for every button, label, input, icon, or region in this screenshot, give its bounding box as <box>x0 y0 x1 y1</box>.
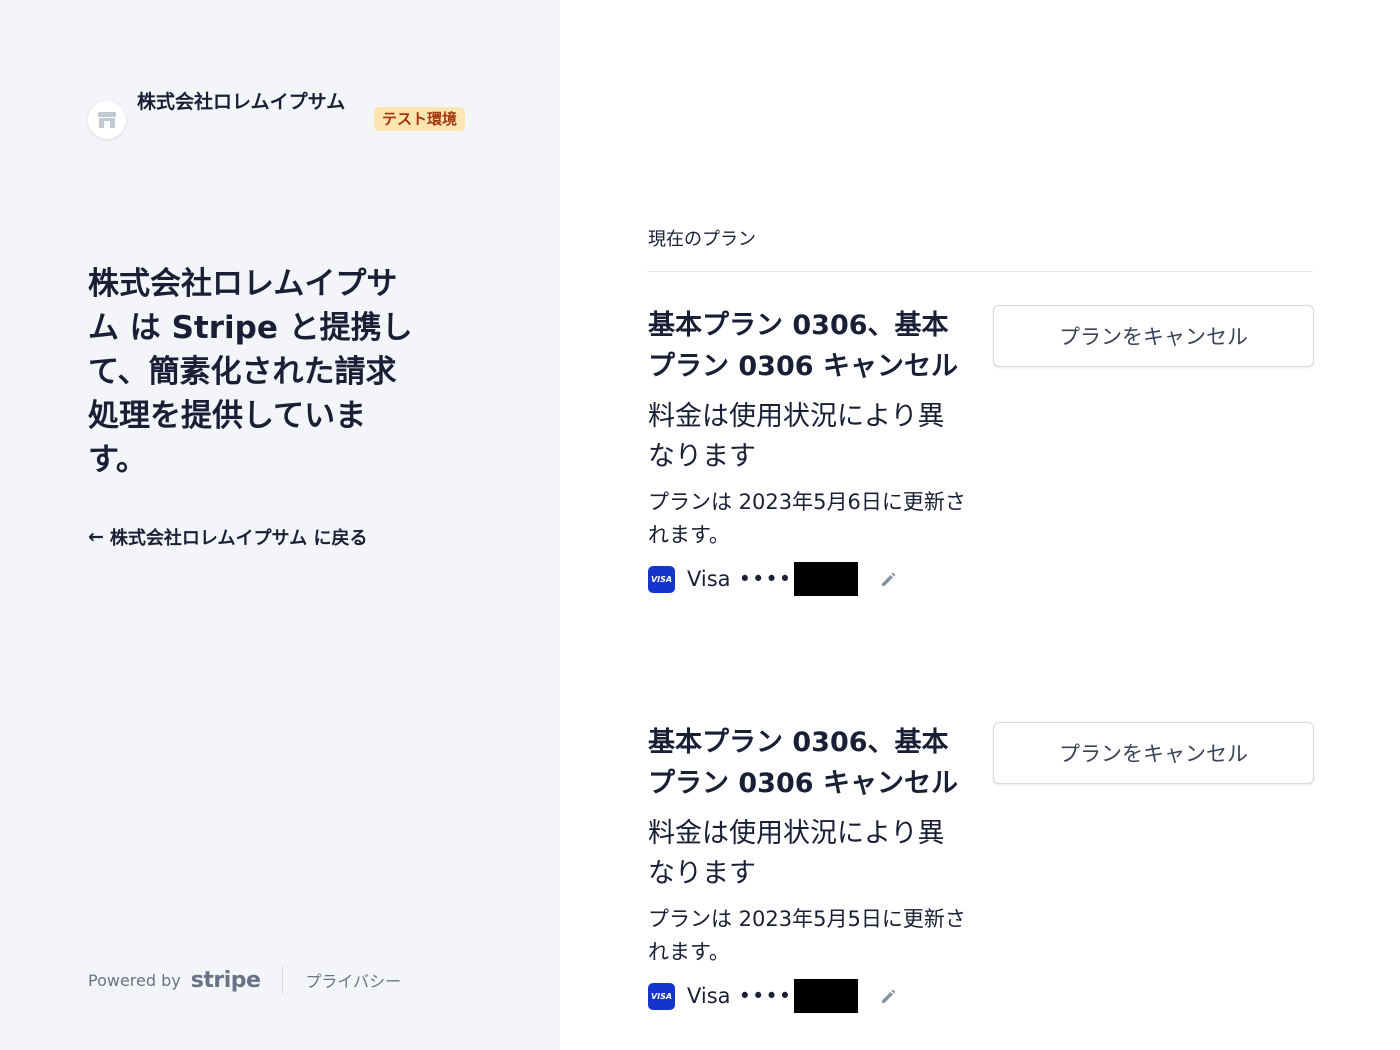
back-link[interactable]: ← 株式会社ロレムイプサム に戻る <box>88 524 367 550</box>
plan-price: 料金は使用状況により異なります <box>648 818 945 889</box>
pencil-icon[interactable] <box>880 569 900 589</box>
card-dots: •••• <box>738 567 793 591</box>
card-brand: Visa <box>687 567 731 591</box>
merchant-header: 株式会社ロレムイプサム テスト環境 <box>88 86 488 139</box>
visa-icon: VISA <box>648 982 675 1010</box>
headline: 株式会社ロレムイプサム は Stripe と提携して、簡素化された請求処理を提供… <box>88 266 413 478</box>
redacted-card-number <box>794 562 859 596</box>
payment-method: VISA Visa •••• <box>648 979 968 1013</box>
privacy-link[interactable]: プライバシー <box>305 968 401 992</box>
powered-by-text: Powered by <box>88 970 181 990</box>
right-panel: 現在のプラン 基本プラン 0306、基本プラン 0306 キャンセル 料金は使用… <box>560 0 1400 1050</box>
plan-info: 基本プラン 0306、基本プラン 0306 キャンセル 料金は使用状況により異な… <box>648 722 968 1013</box>
stripe-logo[interactable]: stripe <box>191 968 261 993</box>
pencil-icon[interactable] <box>880 986 900 1006</box>
plan-name: 基本プラン 0306、基本プラン 0306 キャンセル <box>648 727 958 799</box>
plan-name: 基本プラン 0306、基本プラン 0306 キャンセル <box>648 310 958 382</box>
card-dots: •••• <box>738 984 793 1008</box>
plan-price: 料金は使用状況により異なります <box>648 401 945 472</box>
plan-card: 基本プラン 0306、基本プラン 0306 キャンセル 料金は使用状況により異な… <box>648 722 1314 1013</box>
plan-info: 基本プラン 0306、基本プラン 0306 キャンセル 料金は使用状況により異な… <box>648 305 968 596</box>
current-plan-title: 現在のプラン <box>648 229 756 250</box>
redacted-card-number <box>794 979 859 1013</box>
section-divider <box>647 271 1313 272</box>
left-panel: 株式会社ロレムイプサム テスト環境 株式会社ロレムイプサム は Stripe と… <box>0 0 560 1050</box>
card-brand: Visa <box>687 984 731 1008</box>
test-mode-badge: テスト環境 <box>374 107 466 131</box>
visa-icon: VISA <box>648 565 675 593</box>
cancel-plan-button[interactable]: プランをキャンセル <box>993 722 1314 784</box>
merchant-name: 株式会社ロレムイプサム <box>137 91 346 113</box>
plan-card: 基本プラン 0306、基本プラン 0306 キャンセル 料金は使用状況により異な… <box>648 305 1314 596</box>
back-link-label: 株式会社ロレムイプサム に戻る <box>109 528 368 549</box>
store-icon <box>88 101 126 139</box>
footer: Powered by stripe プライバシー <box>88 966 401 994</box>
footer-divider <box>282 966 284 994</box>
plan-renewal: プランは 2023年5月6日に更新されます。 <box>648 490 966 547</box>
cancel-plan-button[interactable]: プランをキャンセル <box>993 305 1314 367</box>
payment-method: VISA Visa •••• <box>648 562 968 596</box>
arrow-left-icon: ← <box>88 526 104 548</box>
plan-renewal: プランは 2023年5月5日に更新されます。 <box>648 907 966 964</box>
